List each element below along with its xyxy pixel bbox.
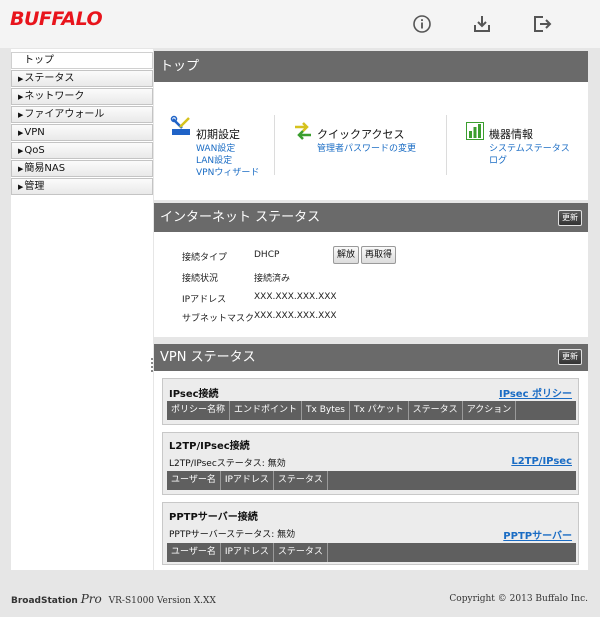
tools-icon [170, 115, 192, 137]
vpn-status-header: VPN ステータス 更新 [154, 344, 588, 371]
ip-address-label: IPアドレス [182, 295, 227, 305]
l2tp-title: L2TP/IPsec接続 [169, 441, 250, 452]
ipsec-section: IPsec接続 IPsec ポリシー ポリシー名称 エンドポイント Tx Byt… [162, 378, 579, 425]
sidebar-item-label: QoS [24, 145, 45, 156]
l2tp-status: L2TP/IPsecステータス: 無効 [169, 459, 286, 469]
top-panel-header: トップ [154, 51, 588, 82]
copyright: Copyright © 2013 Buffalo Inc. [449, 594, 588, 604]
footer-product: BroadStation Pro VR-S1000 Version X.XX [11, 592, 216, 606]
pptp-title: PPTPサーバー接続 [169, 512, 258, 523]
connection-type-label: 接続タイプ [182, 253, 228, 263]
buffalo-logo: BUFFALO [10, 8, 103, 30]
pptp-table-header: ユーザー名 IPアドレス ステータス [167, 543, 576, 562]
connection-type-value: DHCP [254, 250, 280, 260]
initial-setup-title: 初期設定 [196, 128, 240, 141]
product-pro: Pro [80, 592, 102, 606]
sidebar-item-label: トップ [24, 55, 54, 66]
product-brand: BroadStation [11, 596, 78, 606]
triangle-right-icon: ▶ [18, 111, 24, 119]
sidebar-item-nas[interactable]: ▶簡易NAS [11, 160, 153, 177]
divider [274, 115, 275, 175]
column-header: Tx Bytes [302, 401, 350, 420]
info-icon[interactable] [412, 14, 432, 34]
triangle-right-icon: ▶ [18, 183, 24, 191]
sidebar-item-firewall[interactable]: ▶ファイアウォール [11, 106, 153, 123]
logout-icon[interactable] [532, 14, 552, 34]
vpn-status-title: VPN ステータス [160, 350, 256, 365]
ipsec-policy-link[interactable]: IPsec ポリシー [499, 385, 572, 400]
internet-refresh-button[interactable]: 更新 [558, 210, 582, 226]
triangle-right-icon: ▶ [18, 93, 24, 101]
sidebar-item-status[interactable]: ▶ステータス [11, 70, 153, 87]
sidebar-splitter-handle[interactable] [151, 358, 153, 372]
header: BUFFALO [0, 0, 600, 48]
sidebar-item-label: ファイアウォール [24, 109, 105, 120]
sidebar-item-label: ステータス [24, 73, 75, 84]
ip-address-value: XXX.XXX.XXX.XXX [254, 292, 337, 302]
bar-chart-icon [466, 122, 484, 140]
sidebar-item-label: 簡易NAS [24, 163, 66, 174]
triangle-right-icon: ▶ [18, 147, 24, 155]
internet-status-title: インターネット ステータス [160, 210, 321, 225]
page-title: トップ [160, 59, 200, 74]
pptp-server-link[interactable]: PPTPサーバー [503, 527, 572, 542]
sidebar: トップ ▶ステータス ▶ネットワーク ▶ファイアウォール ▶VPN ▶QoS ▶… [11, 49, 153, 570]
column-header: IPアドレス [221, 543, 274, 562]
sidebar-item-label: 管理 [24, 181, 45, 192]
top-panel-body: 初期設定 WAN設定 LAN設定 VPNウィザード クイックアクセス 管理者パス… [154, 82, 588, 200]
triangle-right-icon: ▶ [18, 129, 24, 137]
quick-access-title: クイックアクセス [317, 128, 405, 141]
column-header: ユーザー名 [167, 471, 221, 490]
column-header: アクション [463, 401, 517, 420]
column-header: ステータス [274, 471, 328, 490]
column-header: エンドポイント [230, 401, 303, 420]
log-link[interactable]: ログ [489, 153, 507, 166]
column-header: ステータス [409, 401, 463, 420]
product-version: VR-S1000 Version X.XX [108, 596, 216, 606]
internet-status-body: 接続タイプ DHCP 解放 再取得 接続状況 接続済み IPアドレス XXX.X… [154, 232, 588, 337]
column-header: ステータス [274, 543, 328, 562]
l2tp-link[interactable]: L2TP/IPsec [511, 456, 572, 467]
download-icon[interactable] [472, 14, 492, 34]
triangle-right-icon: ▶ [18, 165, 24, 173]
connection-status-label: 接続状況 [182, 274, 219, 284]
column-header: IPアドレス [221, 471, 274, 490]
triangle-right-icon: ▶ [18, 75, 24, 83]
change-admin-password-link[interactable]: 管理者パスワードの変更 [317, 141, 416, 154]
subnet-mask-value: XXX.XXX.XXX.XXX [254, 311, 337, 321]
swap-arrows-icon [293, 122, 313, 140]
sidebar-item-qos[interactable]: ▶QoS [11, 142, 153, 159]
internet-status-header: インターネット ステータス 更新 [154, 203, 588, 232]
device-info-title: 機器情報 [489, 128, 533, 141]
divider [446, 115, 447, 175]
release-button[interactable]: 解放 [333, 246, 360, 264]
subnet-mask-label: サブネットマスク [182, 314, 255, 324]
vpn-refresh-button[interactable]: 更新 [558, 349, 582, 365]
sidebar-item-top[interactable]: トップ [11, 52, 153, 69]
connection-status-value: 接続済み [254, 274, 291, 284]
sidebar-item-network[interactable]: ▶ネットワーク [11, 88, 153, 105]
column-header: ポリシー名称 [167, 401, 231, 420]
sidebar-item-vpn[interactable]: ▶VPN [11, 124, 153, 141]
l2tp-section: L2TP/IPsec接続 L2TP/IPsecステータス: 無効 L2TP/IP… [162, 432, 579, 495]
sidebar-item-admin[interactable]: ▶管理 [11, 178, 153, 195]
sidebar-item-label: VPN [24, 127, 45, 138]
sidebar-item-label: ネットワーク [24, 91, 85, 102]
pptp-status: PPTPサーバーステータス: 無効 [169, 530, 296, 540]
column-header: Tx パケット [350, 401, 409, 420]
column-header: ユーザー名 [167, 543, 221, 562]
vpn-wizard-link[interactable]: VPNウィザード [196, 165, 259, 178]
l2tp-table-header: ユーザー名 IPアドレス ステータス [167, 471, 576, 490]
renew-button[interactable]: 再取得 [361, 246, 397, 264]
ipsec-title: IPsec接続 [169, 389, 219, 400]
ipsec-table-header: ポリシー名称 エンドポイント Tx Bytes Tx パケット ステータス アク… [167, 401, 576, 420]
pptp-section: PPTPサーバー接続 PPTPサーバーステータス: 無効 PPTPサーバー ユー… [162, 502, 579, 565]
